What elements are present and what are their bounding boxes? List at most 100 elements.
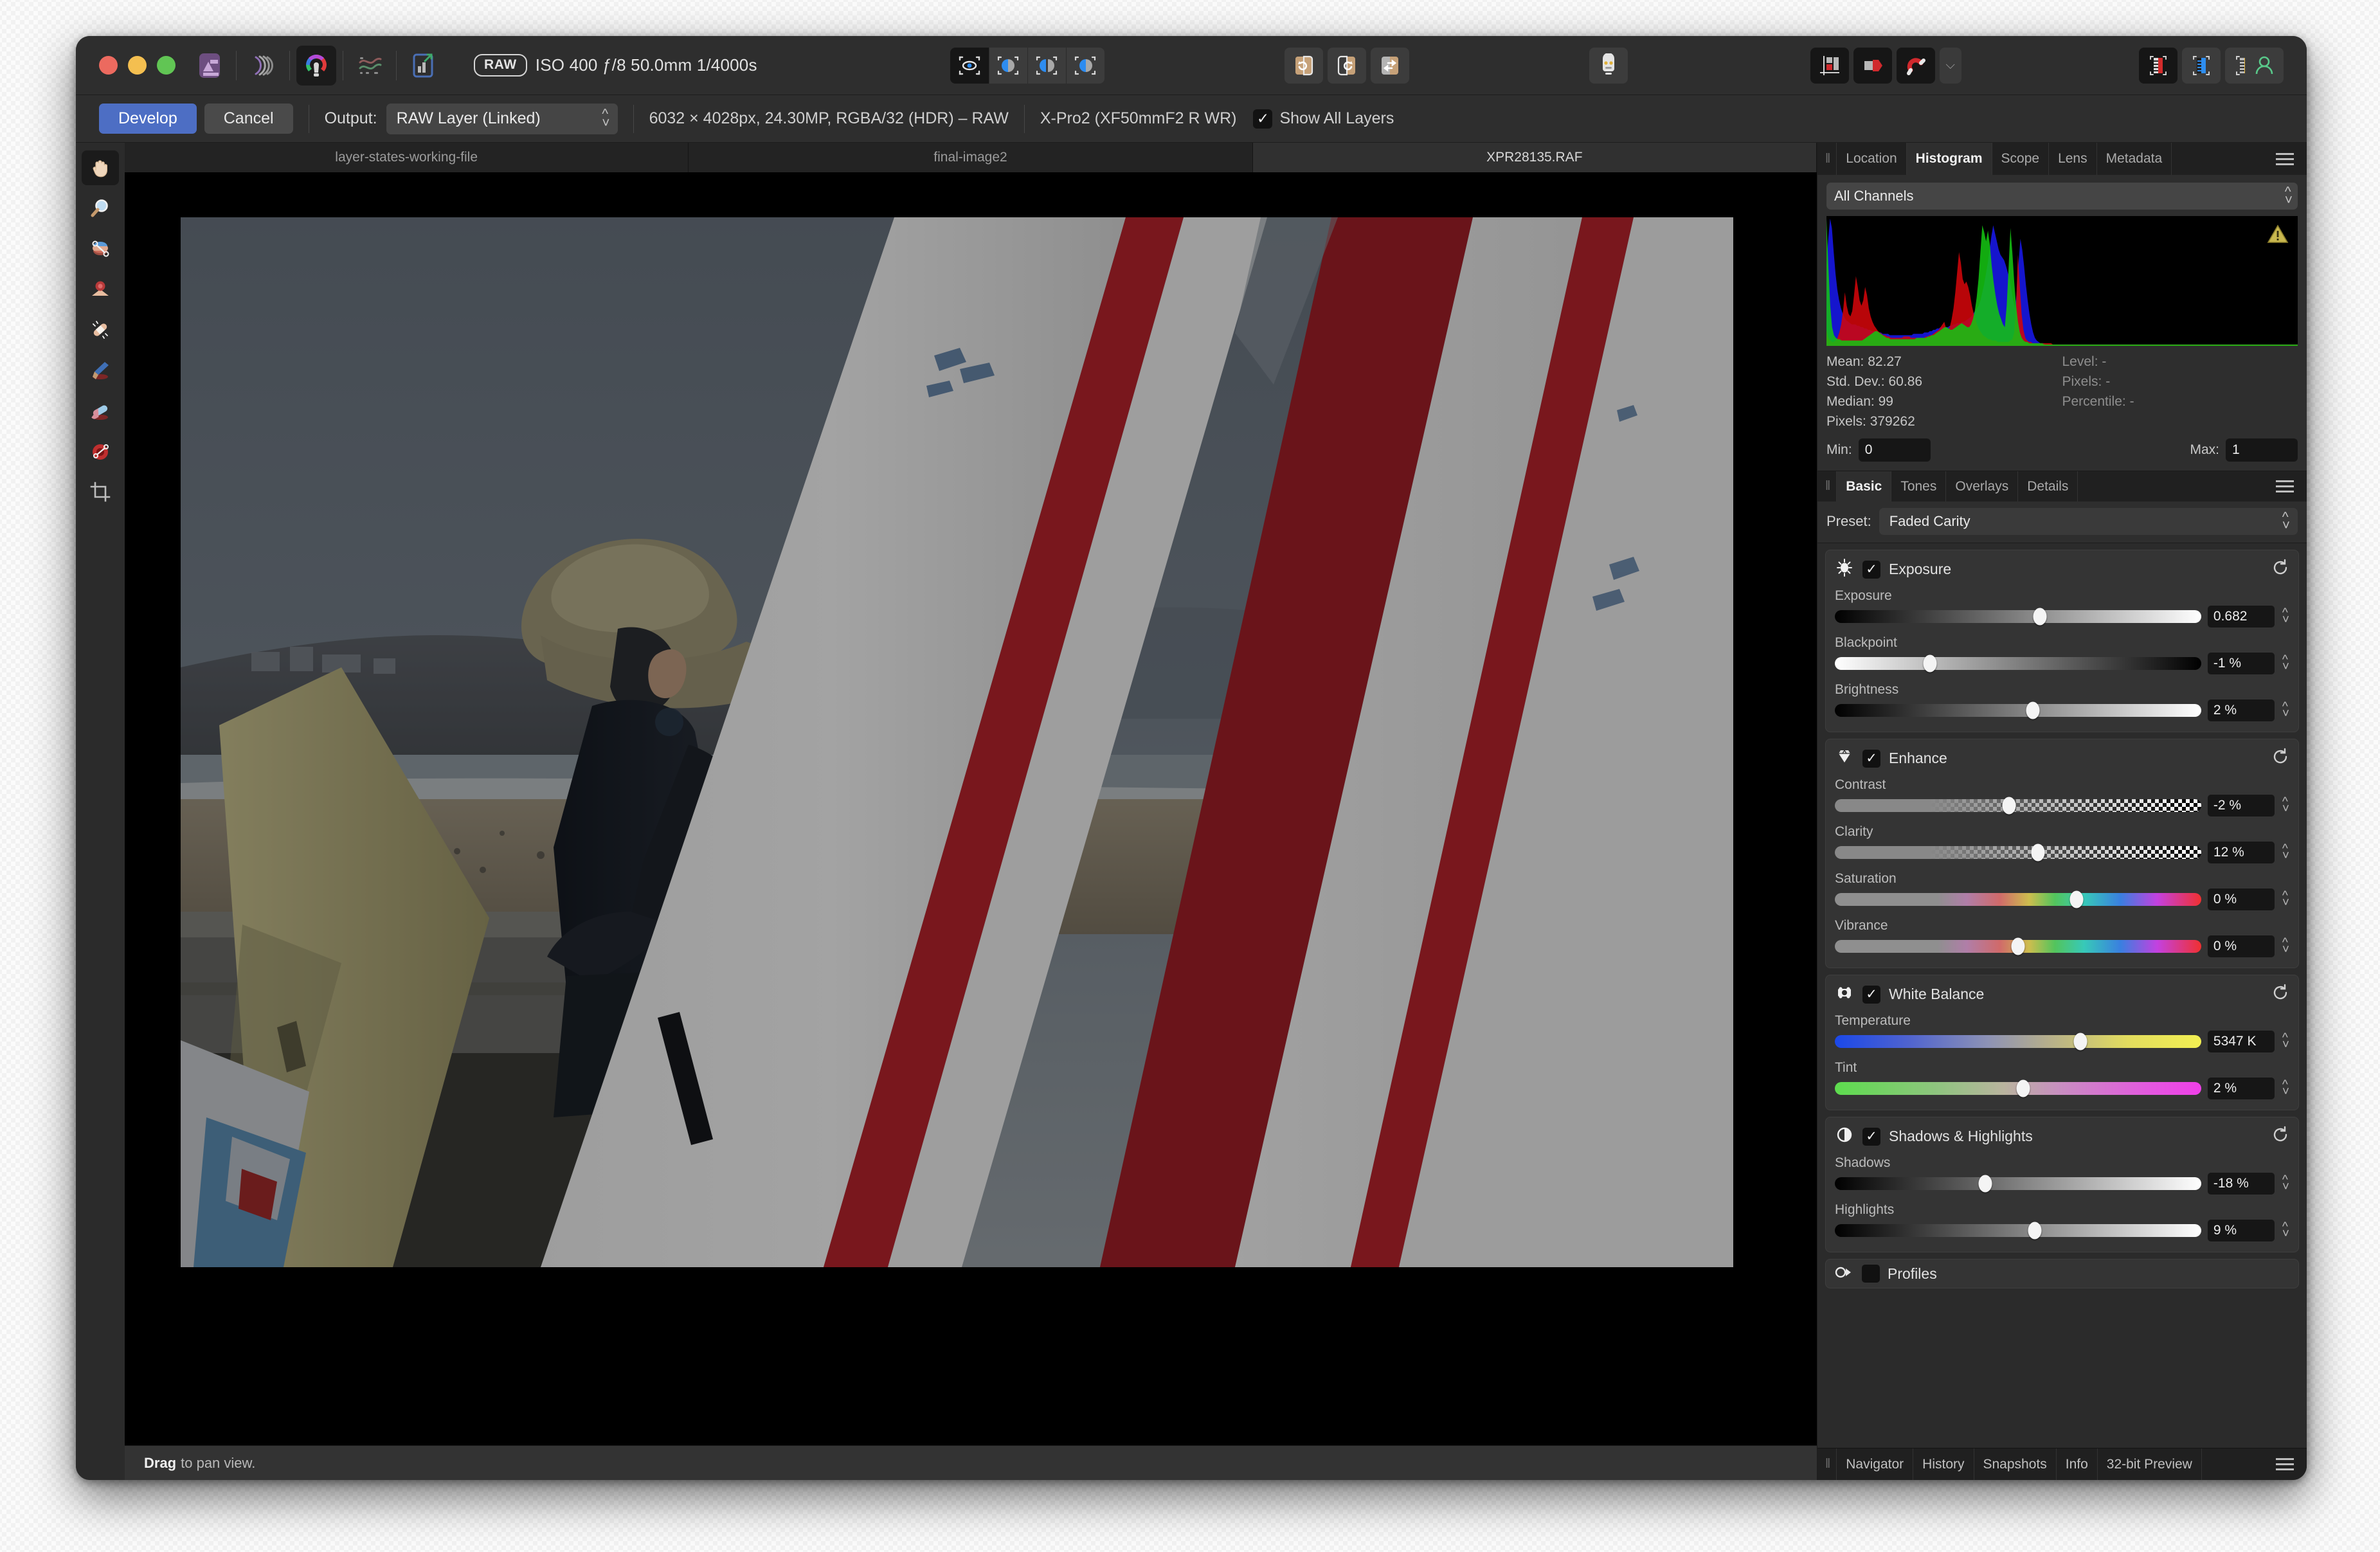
- slider-value-exposure[interactable]: 0.682: [2207, 606, 2275, 627]
- show-colour-studio-icon[interactable]: [2138, 47, 2177, 84]
- slider-highlights[interactable]: [1835, 1222, 2201, 1240]
- panel-grip-icon[interactable]: ‖: [1817, 1448, 1836, 1480]
- slider-clarity[interactable]: [1835, 844, 2201, 862]
- rotate-left-icon[interactable]: [1284, 47, 1323, 84]
- develop-persona-icon[interactable]: [296, 45, 336, 86]
- tab-scope[interactable]: Scope: [1992, 143, 2050, 175]
- slider-blackpoint[interactable]: [1835, 654, 2201, 672]
- section-profiles[interactable]: Profiles: [1825, 1259, 2299, 1288]
- sidebar-item-red-eye-removal-tool[interactable]: [82, 434, 119, 469]
- arrange-icon[interactable]: [1853, 47, 1892, 84]
- panel-menu-icon[interactable]: [2263, 1448, 2307, 1480]
- section-enable-checkbox[interactable]: ✓: [1862, 985, 1880, 1004]
- slider-knob-brightness[interactable]: [2026, 701, 2040, 719]
- canvas[interactable]: [125, 172, 1817, 1445]
- document-tab-0[interactable]: layer-states-working-file: [125, 143, 689, 172]
- sidebar-item-overlay-paint-tool[interactable]: [82, 353, 119, 388]
- tab-navigator[interactable]: Navigator: [1836, 1448, 1914, 1480]
- tab-basic[interactable]: Basic: [1836, 471, 1892, 501]
- tab-details[interactable]: Details: [2018, 471, 2078, 501]
- output-select[interactable]: RAW Layer (Linked) ^ ˅: [386, 103, 618, 134]
- slider-knob-blackpoint[interactable]: [1923, 654, 1937, 672]
- tab-metadata[interactable]: Metadata: [2097, 143, 2172, 175]
- close-window-button[interactable]: [99, 56, 118, 75]
- slider-knob-exposure[interactable]: [2033, 608, 2047, 626]
- reset-icon[interactable]: [2271, 1126, 2289, 1147]
- histogram-chart[interactable]: [1826, 216, 2298, 346]
- tab-snapshots[interactable]: Snapshots: [1974, 1448, 2057, 1480]
- sidebar-item-overlay-erase-tool[interactable]: [82, 393, 119, 428]
- slider-knob-tint[interactable]: [2016, 1079, 2030, 1097]
- stepper-temperature[interactable]: ^ ˅: [2281, 1031, 2289, 1051]
- stepper-exposure[interactable]: ^ ˅: [2281, 606, 2289, 626]
- tab-32bit-preview[interactable]: 32-bit Preview: [2098, 1448, 2202, 1480]
- stepper-highlights[interactable]: ^ ˅: [2281, 1220, 2289, 1240]
- panel-grip-icon[interactable]: ‖: [1817, 143, 1836, 175]
- stepper-shadows[interactable]: ^ ˅: [2281, 1173, 2289, 1193]
- export-persona-icon[interactable]: [403, 46, 443, 86]
- document-tab-1[interactable]: final-image2: [689, 143, 1253, 172]
- slider-temperature[interactable]: [1835, 1033, 2201, 1051]
- document-tab-2[interactable]: XPR28135.RAF: [1252, 143, 1817, 172]
- slider-value-clarity[interactable]: 12 %: [2207, 842, 2275, 863]
- slider-knob-shadows[interactable]: [1978, 1175, 1992, 1193]
- develop-button[interactable]: Develop: [99, 104, 197, 134]
- panel-menu-icon[interactable]: [2263, 471, 2307, 501]
- panel-grip-icon[interactable]: ‖: [1817, 471, 1836, 501]
- slider-knob-vibrance[interactable]: [2011, 937, 2025, 955]
- clipping-warning-icon[interactable]: [2267, 224, 2289, 248]
- chevron-down-icon[interactable]: ⌵: [1939, 47, 1961, 84]
- slider-value-temperature[interactable]: 5347 K: [2207, 1031, 2275, 1052]
- zoom-window-button[interactable]: [157, 56, 176, 75]
- stepper-blackpoint[interactable]: ^ ˅: [2281, 653, 2289, 673]
- slider-contrast[interactable]: [1835, 797, 2201, 815]
- slider-value-tint[interactable]: 2 %: [2207, 1078, 2275, 1099]
- reset-icon[interactable]: [2271, 559, 2289, 580]
- slider-tint[interactable]: [1835, 1079, 2201, 1097]
- tab-overlays[interactable]: Overlays: [1946, 471, 2019, 501]
- section-enable-checkbox[interactable]: ✓: [1862, 560, 1880, 579]
- flip-horizontal-icon[interactable]: [1370, 47, 1409, 84]
- tone-mapping-persona-icon[interactable]: [350, 46, 390, 86]
- stepper-tint[interactable]: ^ ˅: [2281, 1078, 2289, 1098]
- slider-knob-temperature[interactable]: [2073, 1033, 2087, 1051]
- photo-persona-icon[interactable]: [190, 46, 230, 86]
- split-view-icon[interactable]: [988, 47, 1027, 84]
- slider-knob-saturation[interactable]: [2069, 890, 2084, 908]
- tab-histogram[interactable]: Histogram: [1906, 143, 1992, 175]
- snapping-magnet-icon[interactable]: [1896, 47, 1935, 84]
- align-icon[interactable]: [1810, 47, 1849, 84]
- tab-history[interactable]: History: [1913, 1448, 1974, 1480]
- tab-info[interactable]: Info: [2057, 1448, 2098, 1480]
- show-swatches-studio-icon[interactable]: [2181, 47, 2221, 84]
- sidebar-item-patch-tool[interactable]: [82, 312, 119, 347]
- tab-tones[interactable]: Tones: [1891, 471, 1947, 501]
- stepper-saturation[interactable]: ^ ˅: [2281, 889, 2289, 909]
- slider-value-vibrance[interactable]: 0 %: [2207, 935, 2275, 957]
- section-enable-checkbox[interactable]: [1862, 1265, 1880, 1283]
- slider-knob-contrast[interactable]: [2002, 797, 2016, 815]
- slider-value-highlights[interactable]: 9 %: [2207, 1220, 2275, 1241]
- sidebar-item-zoom-tool[interactable]: [82, 191, 119, 226]
- account-person-icon[interactable]: [2245, 47, 2284, 84]
- minimize-window-button[interactable]: [128, 56, 147, 75]
- liquify-persona-icon[interactable]: [243, 46, 283, 86]
- reset-icon[interactable]: [2271, 748, 2289, 769]
- stepper-brightness[interactable]: ^ ˅: [2281, 700, 2289, 720]
- cancel-button[interactable]: Cancel: [204, 104, 293, 134]
- slider-exposure[interactable]: [1835, 608, 2201, 626]
- slider-shadows[interactable]: [1835, 1175, 2201, 1193]
- section-enable-checkbox[interactable]: ✓: [1862, 749, 1880, 768]
- slider-value-brightness[interactable]: 2 %: [2207, 699, 2275, 721]
- stepper-vibrance[interactable]: ^ ˅: [2281, 936, 2289, 956]
- sidebar-item-pan-view-tool[interactable]: [82, 150, 119, 185]
- single-view-icon[interactable]: [950, 47, 989, 84]
- slider-saturation[interactable]: [1835, 890, 2201, 908]
- rotate-right-icon[interactable]: [1327, 47, 1366, 84]
- max-input[interactable]: 1: [2226, 438, 2298, 462]
- show-all-layers-checkbox[interactable]: ✓ Show All Layers: [1253, 109, 1394, 129]
- stepper-contrast[interactable]: ^ ˅: [2281, 795, 2289, 815]
- slider-vibrance[interactable]: [1835, 937, 2201, 955]
- tab-lens[interactable]: Lens: [2049, 143, 2097, 175]
- slider-knob-clarity[interactable]: [2031, 844, 2045, 862]
